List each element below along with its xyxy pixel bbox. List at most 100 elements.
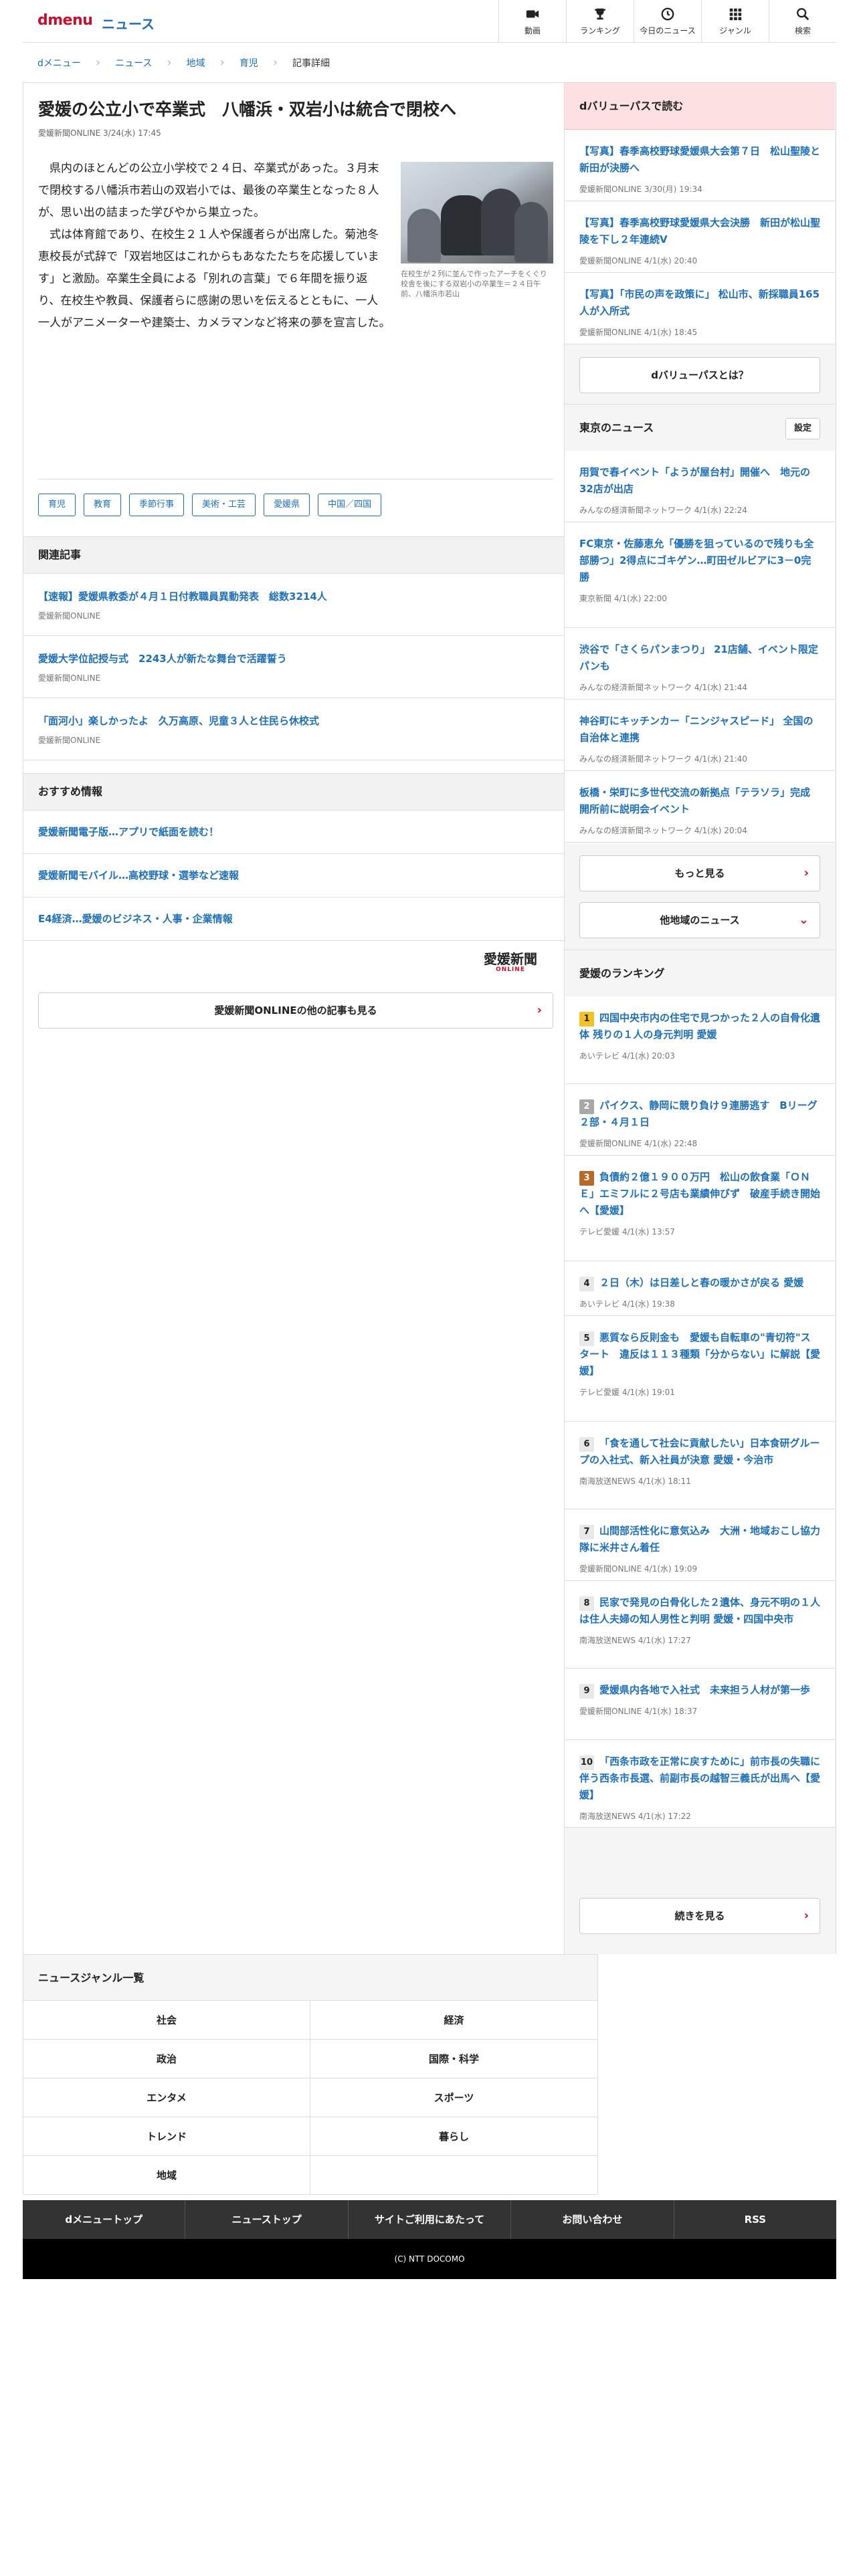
genre-sports[interactable]: スポーツ: [310, 2078, 597, 2117]
more-tokyo-news-label: もっと見る: [674, 867, 725, 879]
dvalue-about-button[interactable]: dバリューパスとは？: [579, 357, 820, 393]
recommend-item[interactable]: 愛媛新聞電子版…アプリで紙面を読む！: [23, 811, 564, 854]
ranking-item[interactable]: 9 愛媛県内各地で入社式 未来担う人材が第一歩 愛媛新聞ONLINE 4/1(水) …: [565, 1669, 835, 1740]
ranking-item[interactable]: 3 負債約２億１９００万円 松山の飲食業「ＯＮＥ」エミフルに２号店も業績伸びず 破…: [565, 1156, 835, 1261]
section-title-news[interactable]: ニュース: [102, 13, 155, 33]
other-region-dropdown[interactable]: 他地域のニュース ⌄: [579, 902, 820, 938]
more-tokyo-news-button[interactable]: もっと見る ›: [579, 855, 820, 891]
recommend-heading: おすすめ情報: [23, 773, 564, 811]
genre-entertainment[interactable]: エンタメ: [23, 2078, 310, 2117]
tokyo-news-item[interactable]: FC東京・佐藤恵允「優勝を狙っているので残りも全部勝つ」2得点にゴキゲン…町田ゼ…: [565, 522, 835, 628]
photo-image[interactable]: [401, 162, 553, 263]
ranking-item[interactable]: 7 山間部活性化に意気込み 大洲・地域おこし協力隊に米井さん着任 愛媛新聞ONLIN…: [565, 1509, 835, 1581]
tag-chugoku-shikoku[interactable]: 中国／四国: [318, 494, 382, 516]
ranking-item[interactable]: 6 「食を通して社会に貢献したい」日本食研グループの入社式、新入社員が決意 愛媛・…: [565, 1422, 835, 1509]
chevron-right-icon: ›: [803, 866, 809, 880]
tag-seasonal[interactable]: 季節行事: [129, 494, 185, 516]
tokyo-news-item-source: みんなの経済新聞ネットワーク 4/1(水) 20:04: [579, 826, 747, 835]
related-item[interactable]: 「面河小」楽しかったよ 久万高原、児童３人と住民ら休校式 愛媛新聞ONLINE: [23, 698, 564, 760]
article-photo[interactable]: 在校生が２列に並んで作ったアーチをくぐり校舎を後にする双岩小の卒業生＝２４日午前…: [401, 162, 553, 299]
tag-art-craft[interactable]: 美術・工芸: [192, 494, 256, 516]
genre-society[interactable]: 社会: [23, 2001, 310, 2040]
ranking-item-source: 南海放送NEWS 4/1(水) 17:27: [579, 1636, 691, 1645]
search-icon: [797, 7, 809, 20]
right-rail: dバリューパスで読む 【写真】春季高校野球愛媛県大会第７日 松山聖陵と新田が決勝…: [565, 83, 836, 1954]
copyright: (C) NTT DOCOMO: [23, 2239, 836, 2279]
more-publisher-articles-label: 愛媛新聞ONLINEの他の記事も見る: [214, 1004, 377, 1016]
nav-ranking[interactable]: ランキング: [566, 0, 634, 42]
tokyo-news-item[interactable]: 板橋・栄町に多世代交流の新拠点「テラソラ」完成 開所前に説明会イベント みんなの…: [565, 771, 835, 843]
footer-contact[interactable]: お問い合わせ: [511, 2200, 674, 2239]
genre-region[interactable]: 地域: [23, 2156, 310, 2195]
logo-name: 愛媛新聞: [484, 951, 537, 967]
video-icon: [526, 10, 539, 17]
breadcrumb-region[interactable]: 地域: [187, 56, 205, 70]
ranking-item[interactable]: 2 パイクス、静岡に競り負け９連勝逃す Bリーグ２部・４月１日 愛媛新聞ONLINE…: [565, 1084, 835, 1156]
genre-empty-cell: [310, 2156, 597, 2195]
tag-childcare[interactable]: 育児: [38, 494, 76, 516]
dvalue-item[interactable]: 【写真】春季高校野球愛媛県大会決勝 新田が松山聖陵を下し２年連続V 愛媛新聞ON…: [565, 201, 835, 273]
ranking-item[interactable]: 4 ２日（木）は日差しと春の暖かさが戻る 愛媛 あいテレビ 4/1(水) 19:38: [565, 1261, 835, 1316]
tokyo-news-item-title: 用賀で春イベント「ようが屋台村」開催へ 地元の32店が出店: [579, 466, 811, 495]
dvalue-item-title: 【写真】春季高校野球愛媛県大会決勝 新田が松山聖陵を下し２年連続V: [579, 217, 821, 245]
ranking-item[interactable]: 1 四国中央市内の住宅で見つかった２人の自骨化遺体 残りの１人の身元判明 愛媛 あい…: [565, 996, 835, 1084]
genre-trend[interactable]: トレンド: [23, 2117, 310, 2156]
ranking-more-button[interactable]: 続きを見る ›: [579, 1898, 820, 1934]
ranking-item-text: 四国中央市内の住宅で見つかった２人の自骨化遺体 残りの１人の身元判明 愛媛: [579, 1012, 821, 1041]
rank-badge: 7: [579, 1525, 594, 1539]
dvalue-item-title: 【写真】春季高校野球愛媛県大会第７日 松山聖陵と新田が決勝へ: [579, 145, 821, 174]
ehime-shimbun-logo[interactable]: 愛媛新聞 ONLINE: [484, 952, 537, 973]
ranking-item[interactable]: 5 悪質なら反則金も 愛媛も自転車の"青切符"スタート 違反は１１３種類「分からな…: [565, 1316, 835, 1422]
footer-news-top[interactable]: ニューストップ: [185, 2200, 349, 2239]
more-publisher-articles-button[interactable]: 愛媛新聞ONLINEの他の記事も見る ›: [38, 992, 553, 1029]
nav-search[interactable]: 検索: [769, 0, 836, 42]
tokyo-news-item[interactable]: 神谷町にキッチンカー「ニンジャスピード」 全国の自治体と連携 みんなの経済新聞ネ…: [565, 700, 835, 771]
genre-list: ニュースジャンル一覧 社会 経済 政治 国際・科学 エンタメ スポーツ トレンド…: [23, 1954, 598, 2195]
tokyo-news-item[interactable]: 渋谷で「さくらパンまつり」 21店舗、イベント限定パンも みんなの経済新聞ネット…: [565, 628, 835, 700]
page: dmenu ニュース 動画 ランキング 今日のニュース ジャンル 検索 dメニュ…: [23, 0, 836, 2279]
ranking-item-source: 愛媛新聞ONLINE 4/1(水) 19:09: [579, 1564, 698, 1574]
nav-video[interactable]: 動画: [498, 0, 566, 42]
dvalue-item-title: 【写真】「市民の声を政策に」 松山市、新採職員165人が入所式: [579, 288, 820, 317]
tokyo-news-item-source: 東京新聞 4/1(水) 22:00: [579, 594, 667, 603]
chevron-right-icon: ›: [272, 56, 278, 70]
breadcrumb-dmenu[interactable]: dメニュー: [37, 56, 81, 70]
tokyo-news-item[interactable]: 用賀で春イベント「ようが屋台村」開催へ 地元の32店が出店 みんなの経済新聞ネッ…: [565, 451, 835, 522]
footer-dmenu-top[interactable]: dメニュートップ: [23, 2200, 186, 2239]
footer-rss[interactable]: RSS: [674, 2200, 836, 2239]
breadcrumb-childcare[interactable]: 育児: [240, 56, 258, 70]
ranking-item[interactable]: 10 「西条市政を正常に戻すために」前市長の失職に伴う西条市長選、前副市長の越智三…: [565, 1740, 835, 1828]
ranking-item-source: 愛媛新聞ONLINE 4/1(水) 18:37: [579, 1707, 698, 1716]
nav-genre[interactable]: ジャンル: [701, 0, 769, 42]
genre-heading: ニュースジャンル一覧: [23, 1954, 597, 2001]
ranking-item-title: 3 負債約２億１９００万円 松山の飲食業「ＯＮＥ」エミフルに２号店も業績伸びず 破…: [579, 1169, 820, 1219]
ranking-item-title: 4 ２日（木）は日差しと春の暖かさが戻る 愛媛: [579, 1275, 820, 1291]
related-item[interactable]: 愛媛大学位記授与式 2243人が新たな舞台で活躍誓う 愛媛新聞ONLINE: [23, 636, 564, 698]
ranking-item-text: 「西条市政を正常に戻すために」前市長の失職に伴う西条市長選、前副市長の越智三義氏…: [579, 1755, 821, 1801]
tokyo-news-item-title: 渋谷で「さくらパンまつり」 21店舗、イベント限定パンも: [579, 643, 818, 672]
dmenu-logo[interactable]: dmenu: [37, 12, 93, 29]
related-item-source: 愛媛新聞ONLINE: [38, 673, 101, 683]
related-item[interactable]: 【速報】愛媛県教委が４月１日付教職員異動発表 総数3214人 愛媛新聞ONLIN…: [23, 574, 564, 636]
rank-badge: 5: [579, 1331, 594, 1346]
recommend-item[interactable]: 愛媛新聞モバイル…高校野球・選挙など速報: [23, 854, 564, 897]
recommend-item[interactable]: E4経済…愛媛のビジネス・人事・企業情報: [23, 897, 564, 941]
breadcrumb-news[interactable]: ニュース: [115, 56, 152, 70]
clock-icon: [661, 7, 674, 20]
genre-lifestyle[interactable]: 暮らし: [310, 2117, 597, 2156]
settings-button[interactable]: 設定: [785, 418, 820, 439]
genre-politics[interactable]: 政治: [23, 2040, 310, 2078]
genre-intl-science[interactable]: 国際・科学: [310, 2040, 597, 2078]
tag-ehime[interactable]: 愛媛県: [264, 494, 310, 516]
ranking-item-source: 南海放送NEWS 4/1(水) 18:11: [579, 1477, 691, 1486]
rank-badge: 2: [579, 1099, 594, 1114]
ranking-item[interactable]: 8 民家で発見の白骨化した２遺体、身元不明の１人は住人夫婦の知人男性と判明 愛媛・…: [565, 1581, 835, 1669]
tag-education[interactable]: 教育: [84, 494, 122, 516]
nav-today[interactable]: 今日のニュース: [634, 0, 701, 42]
tokyo-news-item-title: FC東京・佐藤恵允「優勝を狙っているので残りも全部勝つ」2得点にゴキゲン…町田ゼ…: [579, 538, 814, 583]
ranking-item-source: あいテレビ 4/1(水) 20:03: [579, 1051, 675, 1061]
dvalue-item[interactable]: 【写真】春季高校野球愛媛県大会第７日 松山聖陵と新田が決勝へ 愛媛新聞ONLIN…: [565, 130, 835, 201]
dvalue-item[interactable]: 【写真】「市民の声を政策に」 松山市、新採職員165人が入所式 愛媛新聞ONLI…: [565, 273, 835, 344]
footer-terms[interactable]: サイトご利用にあたって: [349, 2200, 512, 2239]
genre-economy[interactable]: 経済: [310, 2001, 597, 2040]
